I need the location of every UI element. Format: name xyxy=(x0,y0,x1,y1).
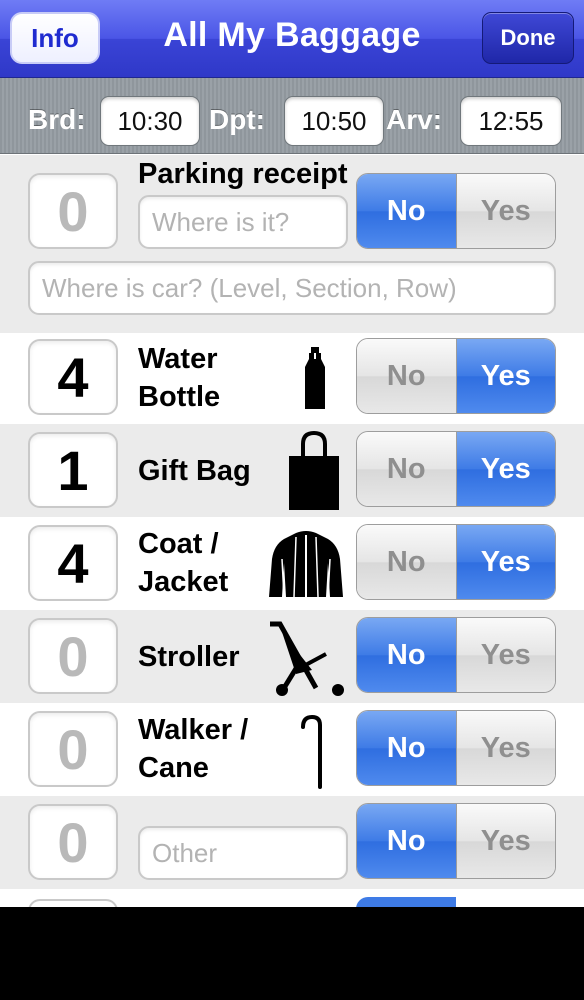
water-bottle-count-field[interactable]: 4 xyxy=(28,339,118,415)
yes-option[interactable]: Yes xyxy=(455,525,555,599)
list-item-other: 0 Other No Yes xyxy=(0,796,584,889)
yes-option[interactable]: Yes xyxy=(455,174,555,248)
gift-bag-icon xyxy=(289,430,339,510)
parking-count-field[interactable]: 0 xyxy=(28,173,118,249)
partial-toggle xyxy=(356,897,456,907)
navigation-bar: Info All My Baggage Done xyxy=(0,0,584,78)
list-item-walker-cane: 0 Walker / Cane No Yes xyxy=(0,703,584,796)
stroller-count-field[interactable]: 0 xyxy=(28,618,118,694)
jacket-icon xyxy=(269,531,343,598)
gift-bag-count-field[interactable]: 1 xyxy=(28,432,118,508)
yes-option[interactable]: Yes xyxy=(455,339,555,413)
parking-receipt-label: Parking receipt xyxy=(138,158,348,190)
coat-jacket-count-field[interactable]: 4 xyxy=(28,525,118,601)
water-bottle-yes-no-toggle[interactable]: No Yes xyxy=(356,338,556,414)
departure-label: Dpt: xyxy=(209,104,265,135)
no-option[interactable]: No xyxy=(357,339,456,413)
no-option[interactable]: No xyxy=(357,525,456,599)
done-button[interactable]: Done xyxy=(482,12,574,64)
list-item-water-bottle: 4 Water Bottle No Yes xyxy=(0,333,584,424)
departure-time-field[interactable]: 10:50 xyxy=(284,96,384,146)
arrival-time-field[interactable]: 12:55 xyxy=(460,96,562,146)
gift-bag-yes-no-toggle[interactable]: No Yes xyxy=(356,431,556,507)
list-item-coat-jacket: 4 Coat / Jacket No Yes xyxy=(0,517,584,610)
app-screen: Info All My Baggage Done Brd: 10:30 Dpt:… xyxy=(0,0,584,907)
water-bottle-icon xyxy=(305,347,325,409)
label-line: Cane xyxy=(138,752,209,784)
parking-yes-no-toggle[interactable]: No Yes xyxy=(356,173,556,249)
stroller-yes-no-toggle[interactable]: No Yes xyxy=(356,617,556,693)
label-line: Coat / xyxy=(138,528,219,560)
parking-receipt-row: 0 Parking receipt Where is it? No Yes Wh… xyxy=(0,155,584,333)
label-line: Gift Bag xyxy=(138,455,251,487)
label-line: Bottle xyxy=(138,381,221,413)
list-item-partial xyxy=(0,889,584,907)
label-line: Jacket xyxy=(138,566,229,598)
boarding-time-field[interactable]: 10:30 xyxy=(100,96,200,146)
car-location-input[interactable]: Where is car? (Level, Section, Row) xyxy=(28,261,556,315)
no-option[interactable]: No xyxy=(357,618,456,692)
other-count-field[interactable]: 0 xyxy=(28,804,118,880)
coat-jacket-label: Coat / Jacket xyxy=(138,525,228,601)
stroller-label: Stroller xyxy=(138,638,240,676)
boarding-label: Brd: xyxy=(28,104,86,135)
other-item-input[interactable]: Other xyxy=(138,826,348,880)
no-option[interactable]: No xyxy=(357,174,456,248)
label-line: Stroller xyxy=(138,641,240,673)
other-yes-no-toggle[interactable]: No Yes xyxy=(356,803,556,879)
label-line: Walker / xyxy=(138,714,249,746)
no-option[interactable]: No xyxy=(357,804,456,878)
parking-location-input[interactable]: Where is it? xyxy=(138,195,348,249)
arrival-label: Arv: xyxy=(386,104,443,135)
walker-cane-yes-no-toggle[interactable]: No Yes xyxy=(356,710,556,786)
partial-count-field xyxy=(28,899,118,907)
no-option[interactable]: No xyxy=(357,432,456,506)
no-option[interactable]: No xyxy=(357,711,456,785)
walker-cane-count-field[interactable]: 0 xyxy=(28,711,118,787)
coat-jacket-yes-no-toggle[interactable]: No Yes xyxy=(356,524,556,600)
yes-option[interactable]: Yes xyxy=(455,432,555,506)
yes-option[interactable]: Yes xyxy=(455,711,555,785)
label-line: Water xyxy=(138,343,218,375)
water-bottle-label: Water Bottle xyxy=(138,340,220,416)
stroller-icon xyxy=(270,621,344,696)
list-item-gift-bag: 1 Gift Bag No Yes xyxy=(0,424,584,517)
yes-option[interactable]: Yes xyxy=(455,804,555,878)
yes-option[interactable]: Yes xyxy=(455,618,555,692)
list-item-stroller: 0 Stroller No Yes xyxy=(0,610,584,703)
flight-times-bar: Brd: 10:30 Dpt: 10:50 Arv: 12:55 xyxy=(0,78,584,154)
gift-bag-label: Gift Bag xyxy=(138,452,251,490)
cane-icon xyxy=(301,714,322,789)
walker-cane-label: Walker / Cane xyxy=(138,711,248,787)
